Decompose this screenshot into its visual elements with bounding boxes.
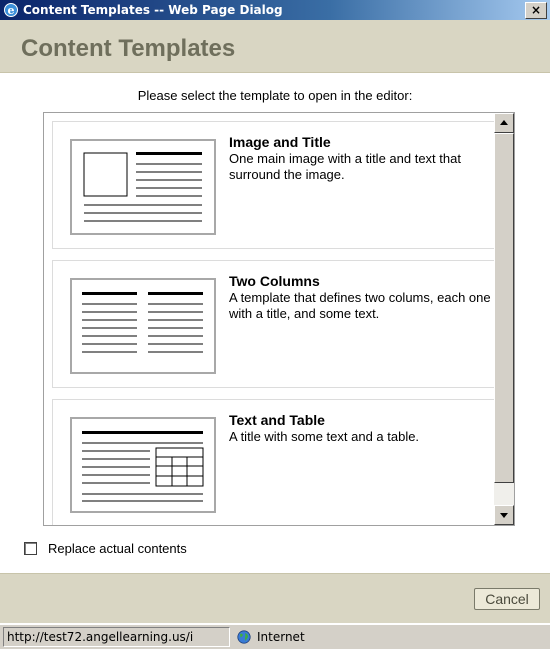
- close-button[interactable]: ×: [525, 2, 547, 19]
- status-url: http://test72.angellearning.us/i: [3, 627, 230, 647]
- template-description: One main image with a title and text tha…: [229, 151, 461, 182]
- template-title: Image and Title: [229, 134, 331, 150]
- template-description: A template that defines two colums, each…: [229, 290, 491, 321]
- template-list: Image and Title One main image with a ti…: [43, 112, 515, 526]
- image-and-title-thumbnail: [70, 139, 216, 235]
- scrollbar-thumb[interactable]: [494, 133, 514, 483]
- replace-contents-checkbox[interactable]: [24, 542, 37, 555]
- zone-label: Internet: [257, 630, 305, 644]
- two-columns-thumbnail: [70, 278, 216, 374]
- template-title: Two Columns: [229, 273, 320, 289]
- template-title: Text and Table: [229, 412, 325, 428]
- replace-contents-label[interactable]: Replace actual contents: [48, 541, 187, 556]
- dialog-header: Content Templates: [0, 20, 550, 73]
- window-titlebar: e Content Templates -- Web Page Dialog ×: [0, 0, 550, 20]
- template-list-scrollbar[interactable]: [494, 113, 514, 525]
- globe-icon: [237, 630, 251, 644]
- svg-text:e: e: [8, 4, 15, 17]
- template-description: A title with some text and a table.: [229, 429, 420, 444]
- text-and-table-thumbnail: [70, 417, 216, 513]
- ie-icon: e: [3, 2, 19, 18]
- replace-contents-option[interactable]: Replace actual contents: [24, 541, 187, 556]
- window-title: Content Templates -- Web Page Dialog: [23, 3, 283, 17]
- template-item-two-columns[interactable]: Two Columns A template that defines two …: [52, 260, 510, 388]
- arrow-down-icon: [500, 513, 508, 518]
- scroll-up-button[interactable]: [494, 113, 514, 133]
- security-zone: Internet: [233, 627, 383, 647]
- instruction-text: Please select the template to open in th…: [137, 88, 413, 103]
- template-item-image-and-title[interactable]: Image and Title One main image with a ti…: [52, 121, 510, 249]
- arrow-up-icon: [500, 120, 508, 125]
- scroll-down-button[interactable]: [494, 505, 514, 525]
- template-item-text-and-table[interactable]: Text and Table A title with some text an…: [52, 399, 510, 525]
- dialog-footer: Cancel: [0, 573, 550, 623]
- status-bar: http://test72.angellearning.us/i Interne…: [0, 624, 550, 649]
- dialog-title: Content Templates: [21, 35, 236, 62]
- cancel-button[interactable]: Cancel: [474, 588, 540, 610]
